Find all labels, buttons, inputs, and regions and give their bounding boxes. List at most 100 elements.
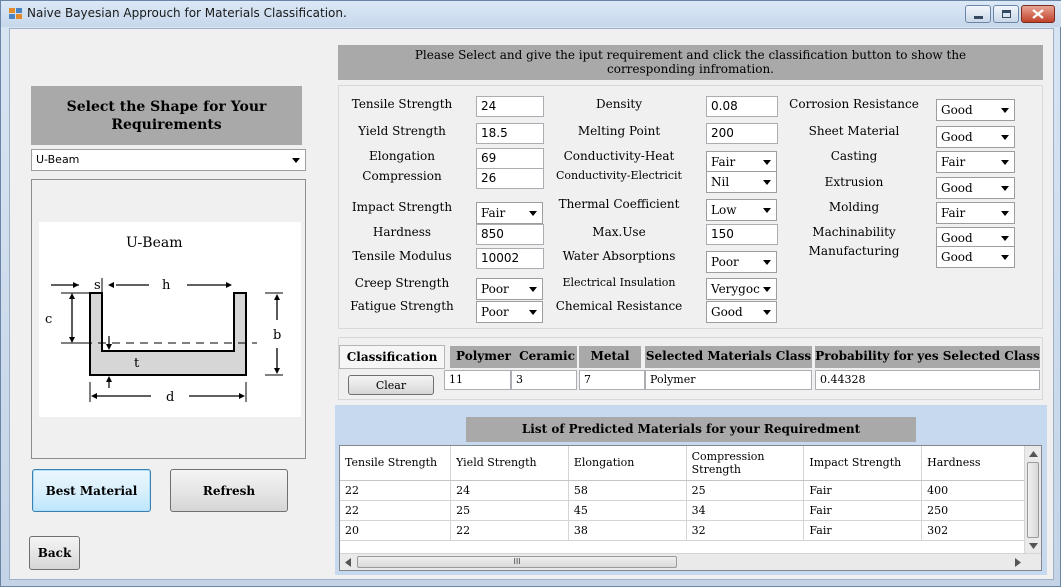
yield-strength-input[interactable]: 18.5 — [476, 123, 544, 144]
refresh-button[interactable]: Refresh — [170, 469, 288, 512]
predicted-materials-grid[interactable]: Tensile Strength Yield Strength Elongation… — [339, 445, 1042, 571]
water-absorptions-select[interactable]: Poor — [706, 251, 777, 273]
density-input[interactable]: 0.08 — [706, 96, 778, 117]
horizontal-scroll-thumb[interactable]: III — [357, 556, 677, 568]
impact-strength-label: Impact Strength — [351, 200, 453, 214]
column-header-yield-strength[interactable]: Yield Strength — [450, 446, 569, 481]
chevron-down-icon — [1001, 135, 1009, 140]
electrical-insulation-select[interactable]: Verygoc — [706, 278, 777, 300]
chevron-down-icon — [1001, 236, 1009, 241]
extrusion-select[interactable]: Good — [936, 177, 1015, 199]
molding-label: Molding — [828, 200, 880, 214]
table-cell[interactable]: 38 — [568, 520, 687, 541]
ceramic-count[interactable]: 3 — [511, 370, 577, 390]
table-cell[interactable]: 25 — [686, 480, 805, 501]
max-use-input[interactable]: 150 — [706, 224, 778, 245]
impact-strength-select-value: Fair — [481, 206, 506, 220]
tensile-strength-input[interactable]: 24 — [476, 96, 544, 117]
creep-strength-select[interactable]: Poor — [476, 278, 543, 300]
table-cell[interactable]: 22 — [450, 520, 569, 541]
column-header-tensile-strength[interactable]: Tensile Strength — [340, 446, 452, 481]
molding-select-value: Fair — [941, 206, 966, 220]
tensile-modulus-input[interactable]: 10002 — [476, 248, 544, 269]
table-row[interactable]: 22 25 45 34 Fair 250 — [340, 500, 1041, 521]
electrical-insulation-select-value: Verygoc — [711, 282, 760, 296]
water-absorptions-select-value: Poor — [711, 255, 739, 269]
casting-select-value: Fair — [941, 155, 966, 169]
u-beam-diagram: U-Beam s h c b t d — [39, 222, 301, 417]
sheet-material-select-value: Good — [941, 130, 973, 144]
impact-strength-select[interactable]: Fair — [476, 202, 543, 224]
thermal-coefficient-select[interactable]: Low — [706, 199, 777, 221]
chevron-down-icon — [529, 310, 537, 315]
best-material-button[interactable]: Best Material — [32, 469, 151, 512]
chevron-down-icon — [1001, 108, 1009, 113]
electrical-insulation-label: Electrical Insulation — [562, 276, 676, 289]
conductivity-heat-select[interactable]: Fair — [706, 151, 777, 173]
horizontal-scrollbar[interactable]: III — [340, 553, 1041, 570]
creep-strength-label: Creep Strength — [354, 276, 450, 290]
elongation-input[interactable]: 69 — [476, 148, 544, 169]
table-cell[interactable]: 22 — [340, 480, 452, 501]
melting-point-input[interactable]: 200 — [706, 123, 778, 144]
maximize-button[interactable] — [993, 5, 1019, 23]
extrusion-label: Extrusion — [824, 175, 884, 189]
u-beam-shape — [89, 292, 247, 376]
elongation-label: Elongation — [369, 149, 435, 163]
requirements-form: Tensile Strength 24 Yield Strength 18.5 Elon… — [338, 85, 1043, 329]
table-cell[interactable]: 58 — [568, 480, 687, 501]
close-button[interactable] — [1021, 5, 1055, 23]
table-cell[interactable]: 22 — [340, 500, 452, 521]
fatigue-strength-select[interactable]: Poor — [476, 301, 543, 323]
table-cell[interactable]: 25 — [450, 500, 569, 521]
label-s: s — [94, 278, 101, 293]
sheet-material-select[interactable]: Good — [936, 126, 1015, 148]
selected-class-field[interactable]: Polymer — [645, 370, 812, 390]
polymer-count[interactable]: 11 — [444, 370, 511, 390]
probability-header: Probability for yes Selected Class — [815, 346, 1040, 368]
table-cell[interactable]: 45 — [568, 500, 687, 521]
chemical-resistance-select[interactable]: Good — [706, 301, 777, 323]
table-cell[interactable]: 32 — [686, 520, 805, 541]
chevron-down-icon — [1001, 186, 1009, 191]
back-button[interactable]: Back — [29, 536, 80, 570]
column-header-compression-strength[interactable]: Compression Strength — [686, 446, 805, 481]
hardness-input[interactable]: 850 — [476, 224, 544, 245]
column-header-impact-strength[interactable]: Impact Strength — [803, 446, 923, 481]
chevron-down-icon — [292, 158, 300, 163]
scroll-left-icon — [345, 558, 351, 567]
manufacturing-select-value: Good — [941, 250, 973, 264]
molding-select[interactable]: Fair — [936, 202, 1015, 224]
classification-button[interactable]: Classification — [339, 345, 445, 369]
column-header-elongation[interactable]: Elongation — [568, 446, 687, 481]
diagram-title: U-Beam — [126, 235, 182, 251]
chevron-down-icon — [1001, 255, 1009, 260]
corrosion-resistance-select[interactable]: Good — [936, 99, 1015, 121]
manufacturing-select[interactable]: Good — [936, 246, 1015, 268]
table-cell[interactable]: Fair — [803, 480, 923, 501]
compression-input[interactable]: 26 — [476, 168, 544, 189]
vertical-scroll-thumb[interactable] — [1027, 462, 1039, 538]
casting-label: Casting — [830, 149, 878, 163]
probability-field[interactable]: 0.44328 — [815, 370, 1040, 390]
label-h: h — [162, 278, 171, 293]
table-row[interactable]: 22 24 58 25 Fair 400 — [340, 480, 1041, 501]
table-cell[interactable]: Fair — [803, 500, 923, 521]
metal-count[interactable]: 7 — [579, 370, 645, 390]
minimize-button[interactable] — [965, 5, 991, 23]
corrosion-resistance-label: Corrosion Resistance — [789, 97, 919, 111]
shape-select[interactable]: U-Beam — [31, 149, 306, 171]
table-cell[interactable]: 24 — [450, 480, 569, 501]
chevron-down-icon — [763, 160, 771, 165]
table-row[interactable]: 20 22 38 32 Fair 302 — [340, 520, 1041, 541]
table-cell[interactable]: Fair — [803, 520, 923, 541]
machinability-label: Machinability — [812, 225, 896, 239]
table-cell[interactable]: 20 — [340, 520, 452, 541]
clear-button[interactable]: Clear — [348, 375, 434, 395]
vertical-scrollbar[interactable] — [1024, 446, 1041, 555]
casting-select[interactable]: Fair — [936, 151, 1015, 173]
minimize-icon — [974, 16, 983, 19]
conductivity-electricit-select[interactable]: Nil — [706, 171, 777, 193]
table-cell[interactable]: 34 — [686, 500, 805, 521]
conductivity-heat-select-value: Fair — [711, 155, 736, 169]
